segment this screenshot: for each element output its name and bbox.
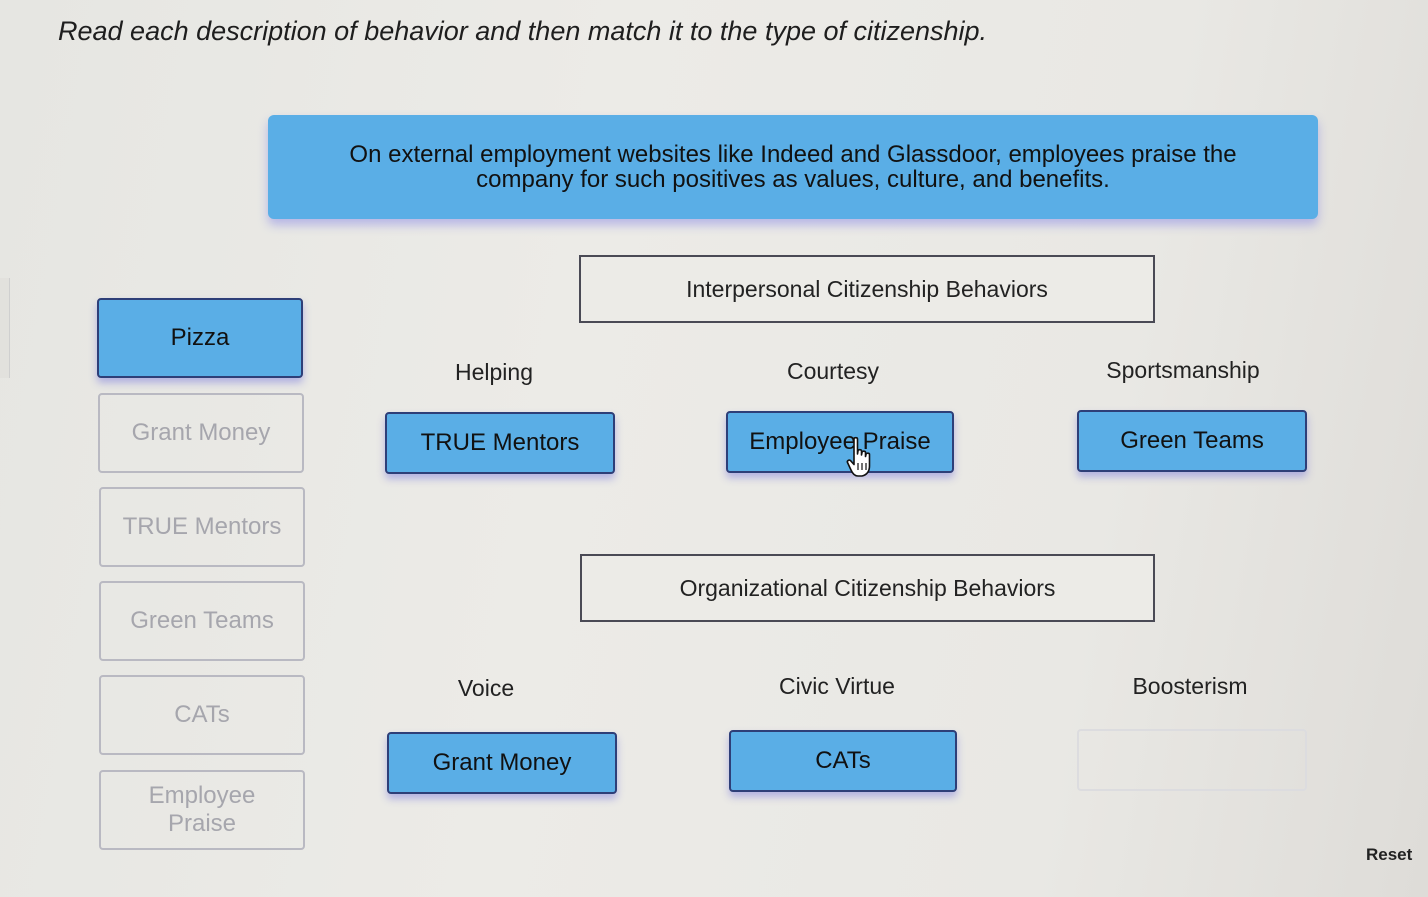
slot-label-boosterism: Boosterism bbox=[1132, 673, 1248, 699]
hand-pointer-icon bbox=[846, 436, 871, 477]
behavior-description-text: On external employment websites like Ind… bbox=[349, 141, 1237, 193]
slot-label-voice: Voice bbox=[457, 675, 515, 701]
category-interpersonal-title: Interpersonal Citizenship Behaviors bbox=[686, 275, 1048, 302]
behavior-description-card: On external employment websites like Ind… bbox=[268, 115, 1318, 219]
slot-label-helping: Helping bbox=[455, 359, 533, 385]
drop-target-helping[interactable]: TRUE Mentors bbox=[385, 412, 615, 474]
word-bank-item-true-mentors: TRUE Mentors bbox=[99, 487, 305, 567]
drop-target-voice[interactable]: Grant Money bbox=[387, 732, 617, 794]
drop-target-sportsmanship[interactable]: Green Teams bbox=[1077, 410, 1307, 472]
category-organizational: Organizational Citizenship Behaviors bbox=[580, 554, 1155, 622]
word-bank-item-green-teams: Green Teams bbox=[99, 581, 305, 661]
category-interpersonal: Interpersonal Citizenship Behaviors bbox=[579, 255, 1155, 323]
slot-label-sportsmanship: Sportsmanship bbox=[1106, 357, 1260, 383]
instructions-text: Read each description of behavior and th… bbox=[58, 16, 988, 46]
word-bank-item-pizza[interactable]: Pizza bbox=[97, 298, 303, 378]
drop-target-courtesy[interactable]: Employee Praise bbox=[726, 411, 954, 473]
word-bank-item-cats: CATs bbox=[99, 675, 305, 755]
category-organizational-title: Organizational Citizenship Behaviors bbox=[679, 574, 1056, 601]
slot-label-civic-virtue: Civic Virtue bbox=[779, 673, 895, 699]
drop-target-boosterism[interactable] bbox=[1077, 729, 1307, 791]
word-bank-item-employee-praise: Employee Praise bbox=[99, 770, 305, 850]
slot-label-courtesy: Courtesy bbox=[786, 358, 880, 384]
reset-link[interactable]: Reset bbox=[1366, 845, 1428, 865]
word-bank-item-grant-money: Grant Money bbox=[98, 393, 304, 473]
window-edge bbox=[0, 278, 10, 378]
drop-target-civic-virtue[interactable]: CATs bbox=[729, 730, 957, 792]
